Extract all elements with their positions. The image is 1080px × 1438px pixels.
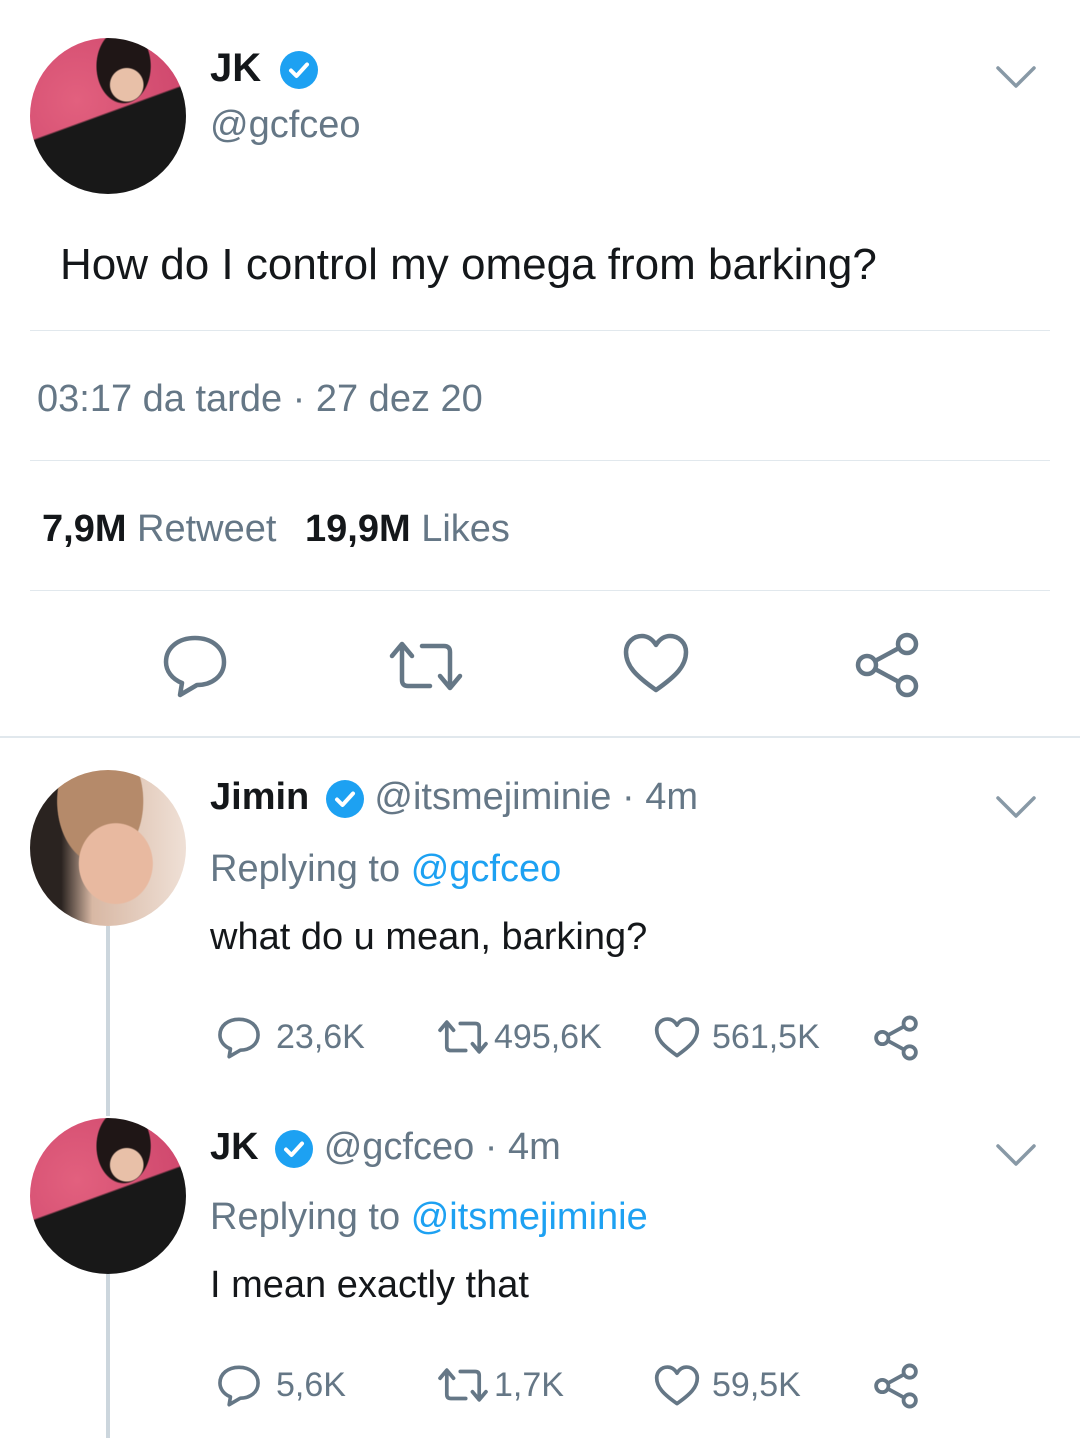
handle[interactable]: @gcfceo xyxy=(210,104,361,147)
divider xyxy=(30,330,1050,331)
handle-time[interactable]: @gcfceo · 4m xyxy=(324,1126,561,1168)
divider xyxy=(30,460,1050,461)
replying-prefix: Replying to xyxy=(210,1196,401,1238)
like-count: 561,5K xyxy=(712,1018,820,1056)
chevron-down-icon[interactable] xyxy=(994,1140,1038,1170)
reply-count: 23,6K xyxy=(276,1018,365,1056)
like-icon[interactable] xyxy=(654,1016,700,1060)
reply-icon[interactable] xyxy=(216,1014,262,1060)
mention-link[interactable]: @itsmejiminie xyxy=(411,1196,648,1238)
like-label[interactable]: Likes xyxy=(421,508,510,550)
share-icon[interactable] xyxy=(852,630,922,700)
thread-line xyxy=(106,926,110,1116)
retweet-label[interactable]: Retweet xyxy=(137,508,276,550)
display-name[interactable]: JK xyxy=(210,1126,259,1168)
retweet-icon[interactable] xyxy=(436,1364,490,1406)
share-icon[interactable] xyxy=(872,1014,920,1062)
handle-time[interactable]: @itsmejiminie · 4m xyxy=(374,776,698,818)
verified-icon xyxy=(275,1129,314,1168)
thread-line xyxy=(106,1274,110,1438)
reply-count: 5,6K xyxy=(276,1366,346,1404)
avatar[interactable] xyxy=(30,770,186,926)
retweet-count: 1,7K xyxy=(494,1366,564,1404)
avatar[interactable] xyxy=(30,38,186,194)
tweet-text: How do I control my omega from barking? xyxy=(60,240,877,289)
tweet-stats: 7,9M Retweet 19,9M Likes xyxy=(42,508,510,551)
share-icon[interactable] xyxy=(872,1362,920,1410)
display-name[interactable]: Jimin xyxy=(210,776,309,818)
like-count: 59,5K xyxy=(712,1366,801,1404)
divider xyxy=(30,590,1050,591)
retweet-count[interactable]: 7,9M xyxy=(42,508,126,550)
verified-icon xyxy=(280,51,319,90)
avatar[interactable] xyxy=(30,1118,186,1274)
reply-text: what do u mean, barking? xyxy=(210,916,648,958)
chevron-down-icon[interactable] xyxy=(994,62,1038,92)
reply-icon[interactable] xyxy=(160,630,230,700)
reply-text: I mean exactly that xyxy=(210,1264,529,1306)
replying-prefix: Replying to xyxy=(210,848,401,890)
reply-header: JK @gcfceo · 4m xyxy=(210,1126,561,1169)
like-count[interactable]: 19,9M xyxy=(305,508,411,550)
retweet-count: 495,6K xyxy=(494,1018,602,1056)
verified-icon xyxy=(325,779,364,818)
like-icon[interactable] xyxy=(622,632,690,696)
like-icon[interactable] xyxy=(654,1364,700,1408)
timestamp[interactable]: 03:17 da tarde · 27 dez 20 xyxy=(37,378,483,421)
chevron-down-icon[interactable] xyxy=(994,792,1038,822)
retweet-icon[interactable] xyxy=(386,636,466,696)
display-name-text: JK xyxy=(210,46,262,90)
retweet-icon[interactable] xyxy=(436,1016,490,1058)
reply-header: Jimin @itsmejiminie · 4m xyxy=(210,776,698,819)
mention-link[interactable]: @gcfceo xyxy=(411,848,562,890)
replying-to: Replying to @itsmejiminie xyxy=(210,1196,648,1239)
section-divider xyxy=(0,736,1080,738)
reply-icon[interactable] xyxy=(216,1362,262,1408)
display-name[interactable]: JK xyxy=(210,46,319,91)
replying-to: Replying to @gcfceo xyxy=(210,848,561,891)
